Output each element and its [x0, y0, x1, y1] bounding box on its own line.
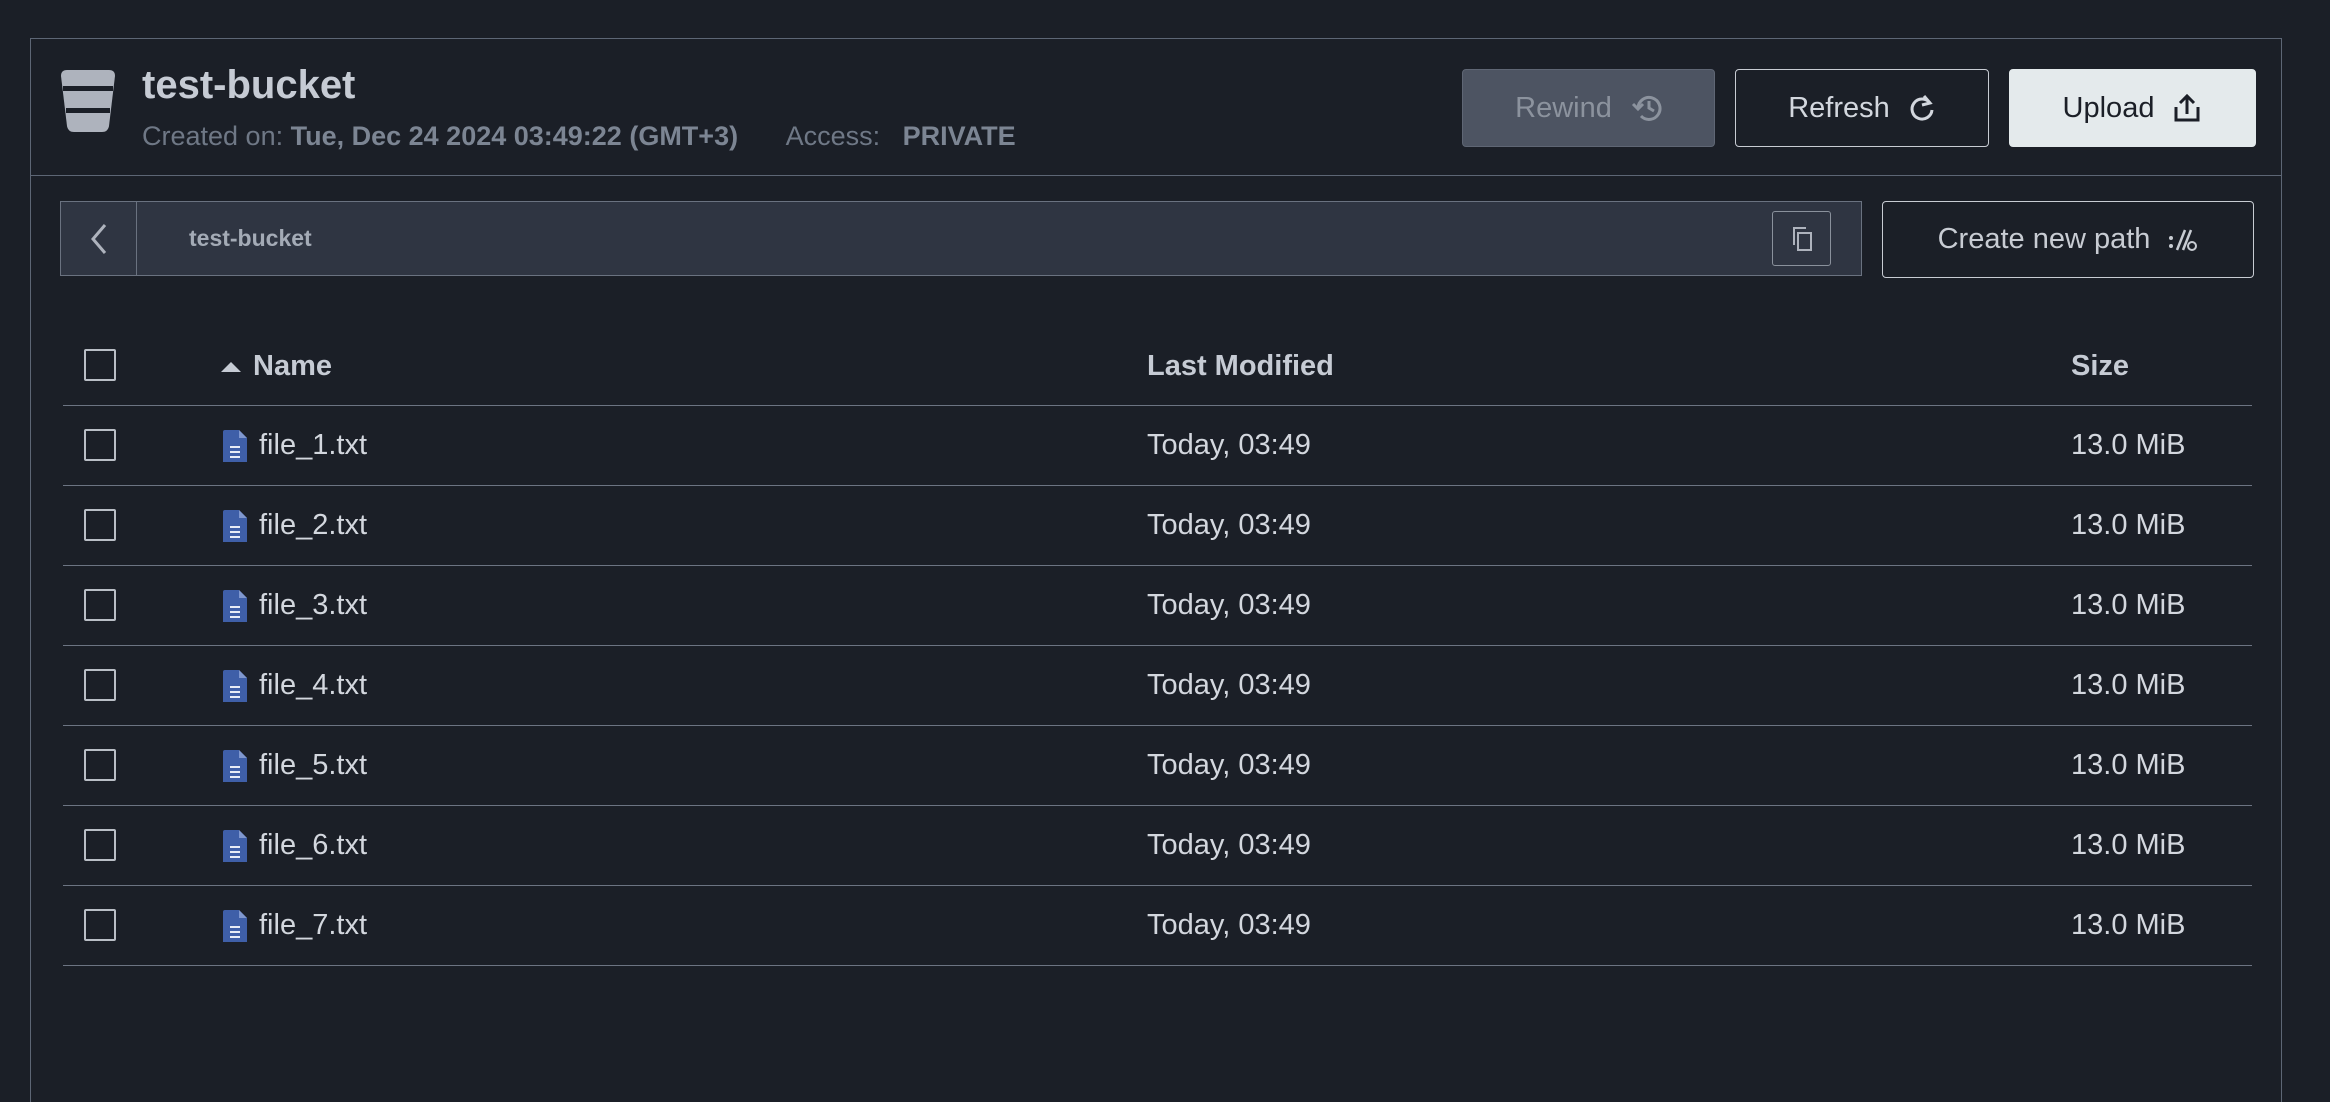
- bucket-meta: Created on: Tue, Dec 24 2024 03:49:22 (G…: [142, 121, 1016, 152]
- create-new-path-label: Create new path: [1937, 223, 2151, 255]
- refresh-button[interactable]: Refresh: [1735, 69, 1989, 147]
- file-name-cell[interactable]: file_7.txt: [223, 886, 367, 965]
- create-new-path-button[interactable]: Create new path: [1882, 201, 2254, 278]
- file-name: file_6.txt: [259, 829, 367, 861]
- refresh-label: Refresh: [1788, 91, 1890, 124]
- chevron-left-icon: [90, 223, 106, 254]
- file-name: file_7.txt: [259, 909, 367, 941]
- file-name-cell[interactable]: file_5.txt: [223, 726, 367, 805]
- new-path-icon: [2169, 229, 2198, 251]
- rewind-label: Rewind: [1515, 91, 1612, 124]
- file-name-cell[interactable]: file_1.txt: [223, 406, 367, 485]
- column-header-size[interactable]: Size: [2071, 328, 2129, 405]
- row-checkbox[interactable]: [84, 429, 116, 461]
- size-cell: 13.0 MiB: [2071, 589, 2186, 621]
- copy-icon: [1792, 226, 1812, 251]
- upload-button[interactable]: Upload: [2009, 69, 2256, 147]
- text-file-icon: [223, 589, 247, 622]
- table-row[interactable]: file_1.txt Today, 03:49 13.0 MiB: [63, 406, 2252, 486]
- last-modified-cell: Today, 03:49: [1147, 429, 1311, 461]
- file-name: file_1.txt: [259, 429, 367, 461]
- last-modified-cell: Today, 03:49: [1147, 749, 1311, 781]
- size-cell: 13.0 MiB: [2071, 669, 2186, 701]
- file-name: file_3.txt: [259, 589, 367, 621]
- file-name-cell[interactable]: file_2.txt: [223, 486, 367, 565]
- last-modified-cell: Today, 03:49: [1147, 829, 1311, 861]
- size-cell: 13.0 MiB: [2071, 429, 2186, 461]
- last-modified-cell: Today, 03:49: [1147, 909, 1311, 941]
- size-cell: 13.0 MiB: [2071, 829, 2186, 861]
- file-name-cell[interactable]: file_6.txt: [223, 806, 367, 885]
- select-all-checkbox[interactable]: [84, 349, 116, 381]
- text-file-icon: [223, 509, 247, 542]
- row-checkbox[interactable]: [84, 509, 116, 541]
- table-row[interactable]: file_2.txt Today, 03:49 13.0 MiB: [63, 486, 2252, 566]
- rewind-button[interactable]: Rewind: [1462, 69, 1715, 147]
- column-header-name[interactable]: Name: [221, 328, 332, 405]
- row-checkbox[interactable]: [84, 589, 116, 621]
- bucket-icon: [61, 70, 115, 132]
- row-checkbox[interactable]: [84, 829, 116, 861]
- sort-ascending-icon: [221, 361, 241, 372]
- column-header-last-modified[interactable]: Last Modified: [1147, 328, 1334, 405]
- copy-path-button[interactable]: [1772, 211, 1831, 266]
- row-checkbox[interactable]: [84, 669, 116, 701]
- objects-table: Name Last Modified Size file_1.txt Today…: [63, 328, 2252, 966]
- text-file-icon: [223, 749, 247, 782]
- last-modified-cell: Today, 03:49: [1147, 509, 1311, 541]
- created-value: Tue, Dec 24 2024 03:49:22 (GMT+3): [290, 121, 739, 151]
- text-file-icon: [223, 909, 247, 942]
- bucket-browser-panel: test-bucket Created on: Tue, Dec 24 2024…: [30, 38, 2282, 1102]
- refresh-icon: [1910, 95, 1934, 121]
- row-checkbox[interactable]: [84, 749, 116, 781]
- last-modified-cell: Today, 03:49: [1147, 669, 1311, 701]
- path-bar: test-bucket: [60, 201, 1862, 276]
- size-cell: 13.0 MiB: [2071, 909, 2186, 941]
- file-name: file_4.txt: [259, 669, 367, 701]
- bucket-header: test-bucket Created on: Tue, Dec 24 2024…: [31, 39, 2281, 176]
- table-header-row: Name Last Modified Size: [63, 328, 2252, 406]
- file-name-cell[interactable]: file_4.txt: [223, 646, 367, 725]
- text-file-icon: [223, 429, 247, 462]
- access-value: PRIVATE: [902, 121, 1016, 151]
- table-row[interactable]: file_3.txt Today, 03:49 13.0 MiB: [63, 566, 2252, 646]
- history-icon: [1631, 95, 1662, 121]
- row-checkbox[interactable]: [84, 909, 116, 941]
- last-modified-cell: Today, 03:49: [1147, 589, 1311, 621]
- table-row[interactable]: file_4.txt Today, 03:49 13.0 MiB: [63, 646, 2252, 726]
- table-row[interactable]: file_7.txt Today, 03:49 13.0 MiB: [63, 886, 2252, 966]
- current-path[interactable]: test-bucket: [189, 202, 312, 275]
- table-row[interactable]: file_6.txt Today, 03:49 13.0 MiB: [63, 806, 2252, 886]
- text-file-icon: [223, 669, 247, 702]
- created-label: Created on:: [142, 121, 284, 151]
- table-row[interactable]: file_5.txt Today, 03:49 13.0 MiB: [63, 726, 2252, 806]
- file-name: file_2.txt: [259, 509, 367, 541]
- upload-label: Upload: [2062, 91, 2155, 124]
- access-label: Access:: [785, 121, 881, 151]
- file-name-cell[interactable]: file_3.txt: [223, 566, 367, 645]
- upload-icon: [2174, 93, 2200, 122]
- bucket-title: test-bucket: [142, 63, 356, 107]
- size-cell: 13.0 MiB: [2071, 749, 2186, 781]
- back-button[interactable]: [61, 202, 137, 275]
- size-cell: 13.0 MiB: [2071, 509, 2186, 541]
- text-file-icon: [223, 829, 247, 862]
- file-name: file_5.txt: [259, 749, 367, 781]
- column-header-name-label: Name: [253, 350, 332, 382]
